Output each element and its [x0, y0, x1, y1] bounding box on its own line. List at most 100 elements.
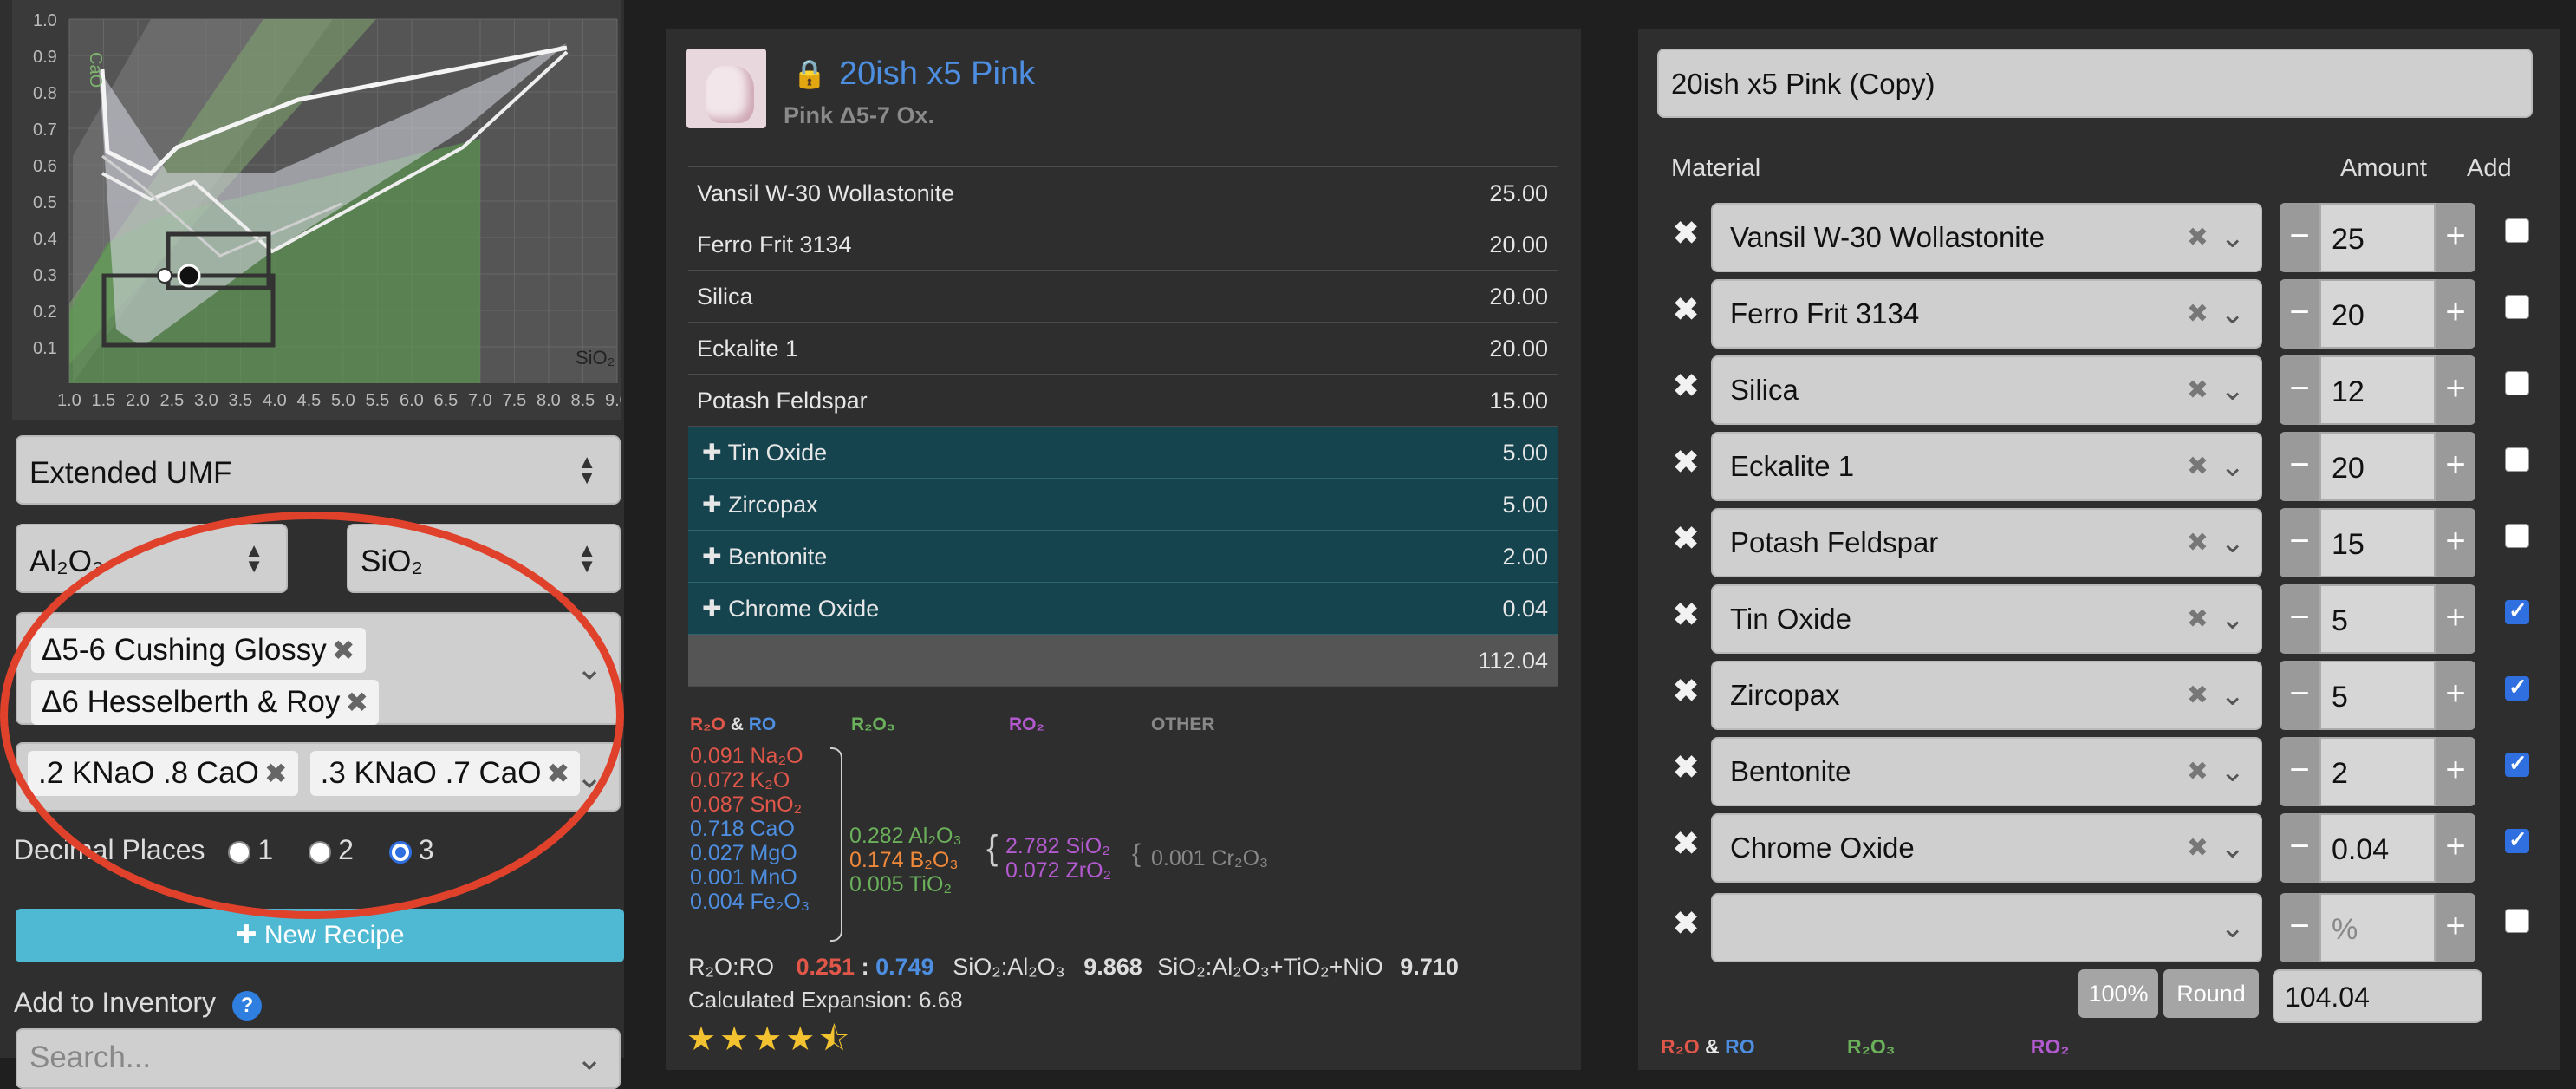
chevron-down-icon[interactable]: ⌄: [2221, 831, 2246, 865]
material-select[interactable]: Chrome Oxide ✖ ⌄: [1711, 813, 2262, 883]
increment-button[interactable]: +: [2436, 279, 2475, 349]
addition-name[interactable]: Tin Oxide: [728, 440, 828, 466]
amount-input[interactable]: 5: [2319, 661, 2436, 730]
decrement-button[interactable]: −: [2280, 432, 2319, 501]
chevron-down-icon[interactable]: ⌄: [2221, 220, 2246, 255]
decrement-button[interactable]: −: [2280, 737, 2319, 806]
recipe-thumbnail[interactable]: [686, 49, 766, 128]
umf-type-select[interactable]: Extended UMF ▲ ▼: [16, 435, 621, 505]
add-checkbox[interactable]: [2505, 909, 2529, 933]
add-checkbox[interactable]: [2505, 447, 2529, 472]
material-select[interactable]: Bentonite ✖ ⌄: [1711, 737, 2262, 806]
clear-icon[interactable]: ✖: [2187, 681, 2208, 711]
clear-icon[interactable]: ✖: [2187, 833, 2208, 864]
clear-icon[interactable]: ✖: [2187, 452, 2208, 482]
material-select[interactable]: Ferro Frit 3134 ✖ ⌄: [1711, 279, 2262, 349]
amount-input[interactable]: 0.04: [2319, 813, 2436, 883]
clear-icon[interactable]: ✖: [2187, 528, 2208, 558]
decrement-button[interactable]: −: [2280, 661, 2319, 730]
amount-stepper[interactable]: −20 +: [2280, 432, 2475, 501]
increment-button[interactable]: +: [2436, 432, 2475, 501]
delete-row-icon[interactable]: ✖: [1673, 444, 1699, 480]
delete-row-icon[interactable]: ✖: [1673, 673, 1699, 709]
material-select[interactable]: Potash Feldspar ✖ ⌄: [1711, 508, 2262, 577]
material-name[interactable]: Ferro Frit 3134: [697, 218, 852, 271]
delete-row-icon[interactable]: ✖: [1673, 520, 1699, 557]
amount-stepper[interactable]: − % +: [2280, 893, 2475, 962]
amount-input[interactable]: %: [2319, 893, 2436, 962]
recipe-title[interactable]: 20ish x5 Pink: [839, 55, 1035, 93]
amount-stepper[interactable]: −5 +: [2280, 584, 2475, 654]
amount-stepper[interactable]: −12 +: [2280, 355, 2475, 425]
delete-row-icon[interactable]: ✖: [1673, 368, 1699, 404]
decrement-button[interactable]: −: [2280, 279, 2319, 349]
add-checkbox[interactable]: [2505, 597, 2529, 624]
addition-name[interactable]: Zircopax: [728, 492, 818, 518]
increment-button[interactable]: +: [2436, 203, 2475, 272]
amount-stepper[interactable]: −2 +: [2280, 737, 2475, 806]
addition-name[interactable]: Bentonite: [728, 544, 827, 570]
chevron-down-icon[interactable]: ⌄: [2221, 754, 2246, 789]
increment-button[interactable]: +: [2436, 813, 2475, 883]
decrement-button[interactable]: −: [2280, 508, 2319, 577]
amount-input[interactable]: 20: [2319, 279, 2436, 349]
addition-name[interactable]: Chrome Oxide: [728, 596, 879, 622]
increment-button[interactable]: +: [2436, 661, 2475, 730]
material-name[interactable]: Silica: [697, 271, 753, 323]
decrement-button[interactable]: −: [2280, 355, 2319, 425]
increment-button[interactable]: +: [2436, 355, 2475, 425]
delete-row-icon[interactable]: ✖: [1673, 291, 1699, 328]
chevron-down-icon[interactable]: ⌄: [2221, 373, 2246, 408]
material-name[interactable]: Eckalite 1: [697, 323, 798, 375]
material-select[interactable]: Eckalite 1 ✖ ⌄: [1711, 432, 2262, 501]
add-checkbox[interactable]: [2505, 524, 2529, 548]
amount-input[interactable]: 20: [2319, 432, 2436, 501]
material-name[interactable]: Vansil W-30 Wollastonite: [697, 167, 954, 219]
chevron-down-icon[interactable]: ⌄: [2221, 602, 2246, 636]
decrement-button[interactable]: −: [2280, 893, 2319, 962]
delete-row-icon[interactable]: ✖: [1673, 215, 1699, 251]
amount-input[interactable]: 12: [2319, 355, 2436, 425]
add-checkbox[interactable]: [2505, 371, 2529, 395]
add-checkbox[interactable]: [2505, 295, 2529, 319]
add-checkbox[interactable]: [2505, 826, 2529, 853]
material-select[interactable]: Tin Oxide ✖ ⌄: [1711, 584, 2262, 654]
delete-row-icon[interactable]: ✖: [1673, 905, 1699, 942]
material-select[interactable]: Zircopax ✖ ⌄: [1711, 661, 2262, 730]
amount-input[interactable]: 2: [2319, 737, 2436, 806]
add-checkbox[interactable]: [2505, 750, 2529, 777]
increment-button[interactable]: +: [2436, 584, 2475, 654]
scale-100-button[interactable]: 100%: [2078, 969, 2158, 1018]
help-icon[interactable]: ?: [231, 991, 262, 1021]
material-select[interactable]: Vansil W-30 Wollastonite ✖ ⌄: [1711, 203, 2262, 272]
rating-stars[interactable]: ★★★★⯪: [686, 1014, 853, 1071]
material-name[interactable]: Potash Feldspar: [697, 375, 868, 427]
amount-input[interactable]: 15: [2319, 508, 2436, 577]
amount-stepper[interactable]: −5 +: [2280, 661, 2475, 730]
amount-input[interactable]: 5: [2319, 584, 2436, 654]
decrement-button[interactable]: −: [2280, 584, 2319, 654]
amount-stepper[interactable]: −0.04 +: [2280, 813, 2475, 883]
increment-button[interactable]: +: [2436, 508, 2475, 577]
clear-icon[interactable]: ✖: [2187, 757, 2208, 787]
add-checkbox[interactable]: [2505, 218, 2529, 243]
umf-chart[interactable]: 1.0 1.5 2.0 2.5 3.0 3.5 4.0 4.5 5.0 5.5 6.0 6.5 7.0 7…: [12, 0, 621, 420]
add-checkbox[interactable]: [2505, 674, 2529, 701]
round-button[interactable]: Round: [2163, 969, 2259, 1018]
clear-icon[interactable]: ✖: [2187, 223, 2208, 253]
decrement-button[interactable]: −: [2280, 203, 2319, 272]
increment-button[interactable]: +: [2436, 893, 2475, 962]
material-select[interactable]: Silica ✖ ⌄: [1711, 355, 2262, 425]
clear-icon[interactable]: ✖: [2187, 375, 2208, 406]
recipe-name-input[interactable]: 20ish x5 Pink (Copy): [1657, 49, 2533, 118]
inventory-search-input[interactable]: Search... ⌄: [16, 1028, 621, 1089]
delete-row-icon[interactable]: ✖: [1673, 825, 1699, 862]
amount-stepper[interactable]: −25 +: [2280, 203, 2475, 272]
material-select[interactable]: ⌄: [1711, 893, 2262, 962]
chevron-down-icon[interactable]: ⌄: [2221, 525, 2246, 560]
increment-button[interactable]: +: [2436, 737, 2475, 806]
delete-row-icon[interactable]: ✖: [1673, 749, 1699, 786]
delete-row-icon[interactable]: ✖: [1673, 597, 1699, 633]
chevron-down-icon[interactable]: ⌄: [2221, 449, 2246, 484]
clear-icon[interactable]: ✖: [2187, 299, 2208, 329]
